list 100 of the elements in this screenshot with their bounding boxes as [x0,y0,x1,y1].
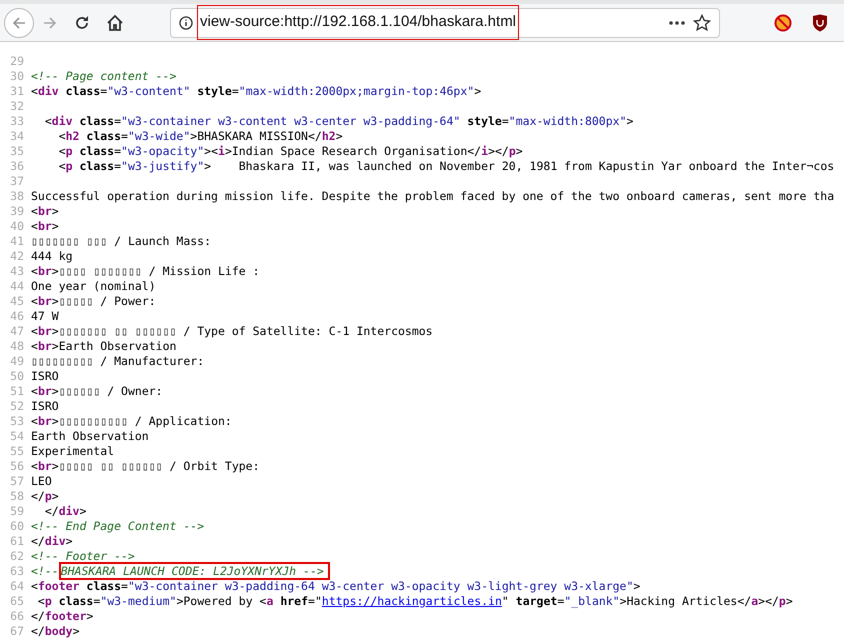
code-text: < [31,579,38,593]
code-text: < [58,129,66,143]
code-text: / Power: [99,294,156,308]
tag-name: h2 [322,129,336,143]
tag-name: p [44,594,52,608]
line-number: 52 [9,399,25,414]
line-number: 63 [9,564,25,579]
code-text: > [79,504,86,518]
code-text: / Application: [134,414,232,428]
reload-icon[interactable] [74,14,90,30]
code-text: = [114,159,122,173]
code-text: < [31,384,38,398]
code-text: ISRO [31,369,59,383]
code-text: > [52,204,59,218]
code-text: > [52,264,59,278]
tag-name: footer [38,579,80,593]
code-text: = [114,144,122,158]
code-text: > [86,609,94,623]
attribute-name: class [85,579,122,593]
tag-name: p [66,159,73,173]
code-text: < [31,324,38,338]
line-number: 65 [9,594,25,609]
code-text: > [633,579,640,593]
attribute-name: href [279,594,308,608]
tag-name: br [38,204,52,218]
code-text: ></ [488,144,509,158]
star-icon[interactable] [693,14,711,32]
code-text: < [31,84,38,98]
tag-name: br [38,219,52,233]
line-number: 56 [9,459,25,474]
attribute-value: "w3-container w3-content w3-center w3-padding-64" [121,114,460,128]
code-text: </ [31,624,45,638]
info-icon[interactable] [179,16,193,30]
missing-glyphs: ▯▯▯▯ ▯▯▯▯▯▯▯ [58,264,142,278]
code-text: > [52,324,59,338]
shield-icon[interactable] [812,14,828,32]
tag-name: br [38,339,52,353]
line-number: 44 [9,279,25,294]
line-number: 47 [9,324,25,339]
code-text: One year (nominal) [31,279,156,293]
code-text: < [31,204,38,218]
code-text: > [52,489,59,503]
back-button[interactable] [4,8,34,38]
code-text: > [72,624,80,638]
line-number: 54 [9,429,25,444]
code-text: < [31,459,38,473]
tag-name: div [44,534,66,548]
highlighted-url: view-source:http://192.168.1.104/bhaskara.html [197,5,520,40]
line-number: 51 [9,384,25,399]
address-field[interactable]: view-source:http://192.168.1.104/bhaskara.html [170,8,720,38]
code-text: > [52,294,59,308]
missing-glyphs: ▯▯▯▯▯ [58,294,94,308]
attribute-value: "w3-justify" [121,159,204,173]
code-comment: <!-- Footer --> [31,549,135,563]
code-text: < [31,294,38,308]
tag-name: div [58,504,80,518]
blocked-extension-icon[interactable] [774,14,792,32]
code-text: </ [44,504,59,518]
code-text: = [114,114,122,128]
line-number: 31 [9,84,25,99]
code-text: " [502,594,509,608]
code-text: > [336,129,343,143]
code-text: < [58,159,66,173]
tag-name: br [38,384,52,398]
code-text: < [31,414,38,428]
line-number: 45 [9,294,25,309]
highlighted-comment: BHASKARA LAUNCH CODE: L2JoYXNrYXJh --> [58,562,330,580]
attribute-name: target [514,594,558,608]
code-comment: <!-- End Page Content --> [31,519,204,533]
code-text: < [31,264,38,278]
code-text: = [121,129,128,143]
code-text: = [557,594,564,608]
code-text: = [100,84,108,98]
line-number: 53 [9,414,25,429]
line-number: 33 [9,114,25,129]
code-text: > Bhaskara II, was launched on November 20, 1981 from Kapustin Yar onboard the Inter¬cos [204,159,834,173]
line-number: 61 [9,534,25,549]
home-icon[interactable] [106,14,124,32]
code-text: = [121,579,128,593]
more-icon[interactable] [669,20,685,24]
tag-name: i [218,144,225,158]
code-text: Earth Observation [31,429,149,443]
code-text: 47 W [31,309,59,323]
tag-name: br [38,264,52,278]
attribute-value: "w3-wide" [128,129,190,143]
line-number: 58 [9,489,25,504]
line-number: 48 [9,339,25,354]
line-number: 32 [9,99,25,114]
source-link[interactable]: https://hackingarticles.in [322,594,502,608]
code-text: LEO [31,474,52,488]
line-number: 64 [9,579,25,594]
attribute-value: "w3-container w3-padding-64 w3-center w3-opacity w3-light-grey w3-xlarge" [128,579,634,593]
code-text: / Launch Mass: [113,234,212,248]
tag-name: br [38,294,52,308]
code-text: > [786,594,793,608]
code-text: > [52,414,59,428]
line-number: 46 [9,309,25,324]
line-number: 59 [9,504,25,519]
code-text: >BHASKARA MISSION</ [190,129,322,143]
attribute-name: class [78,144,114,158]
